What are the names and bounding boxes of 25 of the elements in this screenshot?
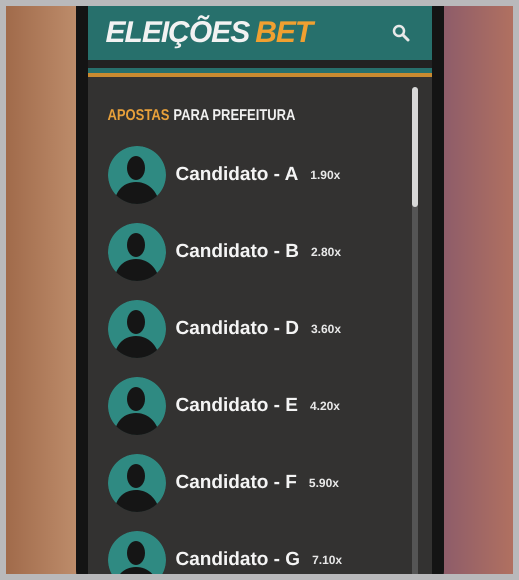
scrollbar-track[interactable] — [412, 87, 418, 574]
logo-accent-text: BET — [255, 16, 312, 50]
avatar-silhouette-icon — [108, 146, 166, 204]
avatar-silhouette-icon — [108, 530, 166, 574]
odds-value[interactable]: 1.90x — [310, 168, 340, 182]
odds-value[interactable]: 5.90x — [308, 476, 339, 490]
candidate-name[interactable]: Candidato - G — [176, 548, 300, 570]
section-title-accent: APOSTAS — [108, 106, 170, 124]
logo-text: ELEIÇÕES — [106, 16, 250, 50]
avatar-silhouette-icon — [108, 300, 166, 358]
section-title: PARA PREFEITURA — [173, 106, 296, 124]
candidate-name[interactable]: Candidato - F — [176, 472, 297, 494]
search-icon[interactable] — [392, 24, 410, 42]
candidate-name[interactable]: Candidato - B — [176, 240, 299, 262]
avatar-silhouette-icon — [108, 376, 166, 434]
avatar-silhouette-icon — [108, 454, 166, 512]
scrollbar-thumb[interactable] — [412, 87, 418, 207]
odds-value[interactable]: 7.10x — [312, 552, 342, 566]
candidate-name[interactable]: Candidato - D — [176, 318, 299, 340]
avatar-silhouette-icon — [108, 222, 166, 280]
odds-value[interactable]: 3.60x — [311, 322, 342, 336]
candidate-name[interactable]: Candidato - A — [176, 164, 298, 186]
odds-value[interactable]: 4.20x — [310, 398, 340, 412]
odds-value[interactable]: 2.80x — [311, 244, 342, 258]
candidate-name[interactable]: Candidato - E — [176, 394, 298, 416]
